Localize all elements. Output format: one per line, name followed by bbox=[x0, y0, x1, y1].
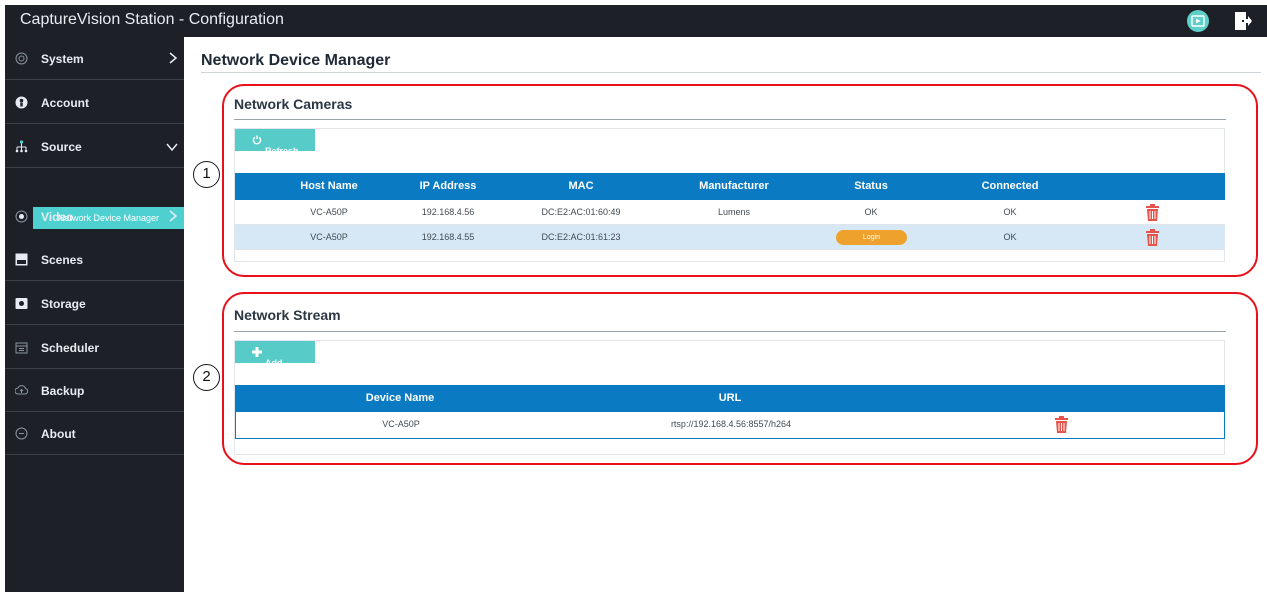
sidebar-item-label: Account bbox=[41, 96, 89, 110]
callout-number: 1 bbox=[193, 161, 220, 188]
sidebar-item-label: System bbox=[41, 52, 84, 66]
sidebar-item-label: Scheduler bbox=[41, 341, 100, 355]
gear-icon bbox=[15, 52, 28, 65]
backup-icon bbox=[15, 385, 28, 395]
radio-dot-icon bbox=[15, 210, 28, 223]
sidebar-item-label: Backup bbox=[41, 384, 85, 398]
sidebar-item-account[interactable]: Account bbox=[5, 81, 184, 124]
chevron-right-icon bbox=[169, 52, 178, 64]
callout-number: 2 bbox=[193, 364, 220, 391]
storage-icon bbox=[15, 298, 28, 309]
sidebar-item-label: Storage bbox=[41, 297, 86, 311]
video-monitor-icon[interactable] bbox=[1187, 10, 1209, 32]
sidebar-item-label: Video bbox=[41, 210, 74, 224]
network-tree-icon bbox=[15, 140, 28, 153]
callout-highlight bbox=[222, 292, 1258, 465]
sidebar-item-video[interactable]: Video bbox=[5, 195, 184, 238]
sidebar-item-scenes[interactable]: Scenes bbox=[5, 238, 184, 281]
divider bbox=[201, 72, 1261, 73]
chevron-down-icon bbox=[166, 143, 178, 152]
scenes-icon bbox=[15, 253, 28, 266]
chevron-right-icon bbox=[169, 210, 178, 222]
user-icon bbox=[15, 96, 28, 109]
calendar-icon bbox=[15, 342, 28, 354]
logout-icon[interactable] bbox=[1231, 10, 1253, 32]
sidebar-item-backup[interactable]: Backup bbox=[5, 369, 184, 412]
callout-highlight bbox=[222, 84, 1258, 277]
page-title: Network Device Manager bbox=[201, 52, 391, 69]
app-title: CaptureVision Station - Configuration bbox=[20, 11, 284, 28]
sidebar-item-about[interactable]: About bbox=[5, 412, 184, 455]
sidebar-item-label: Source bbox=[41, 140, 82, 154]
sidebar-item-label: Scenes bbox=[41, 253, 84, 267]
sidebar-item-system[interactable]: System bbox=[5, 37, 184, 80]
info-icon bbox=[15, 427, 28, 440]
sidebar-item-label: About bbox=[41, 427, 76, 441]
sidebar-item-source[interactable]: Source bbox=[5, 125, 184, 168]
sidebar-item-scheduler[interactable]: Scheduler bbox=[5, 326, 184, 369]
sidebar-item-storage[interactable]: Storage bbox=[5, 282, 184, 325]
sidebar: System Account Source Network Device Man… bbox=[5, 37, 184, 592]
title-bar: CaptureVision Station - Configuration bbox=[5, 5, 1267, 37]
